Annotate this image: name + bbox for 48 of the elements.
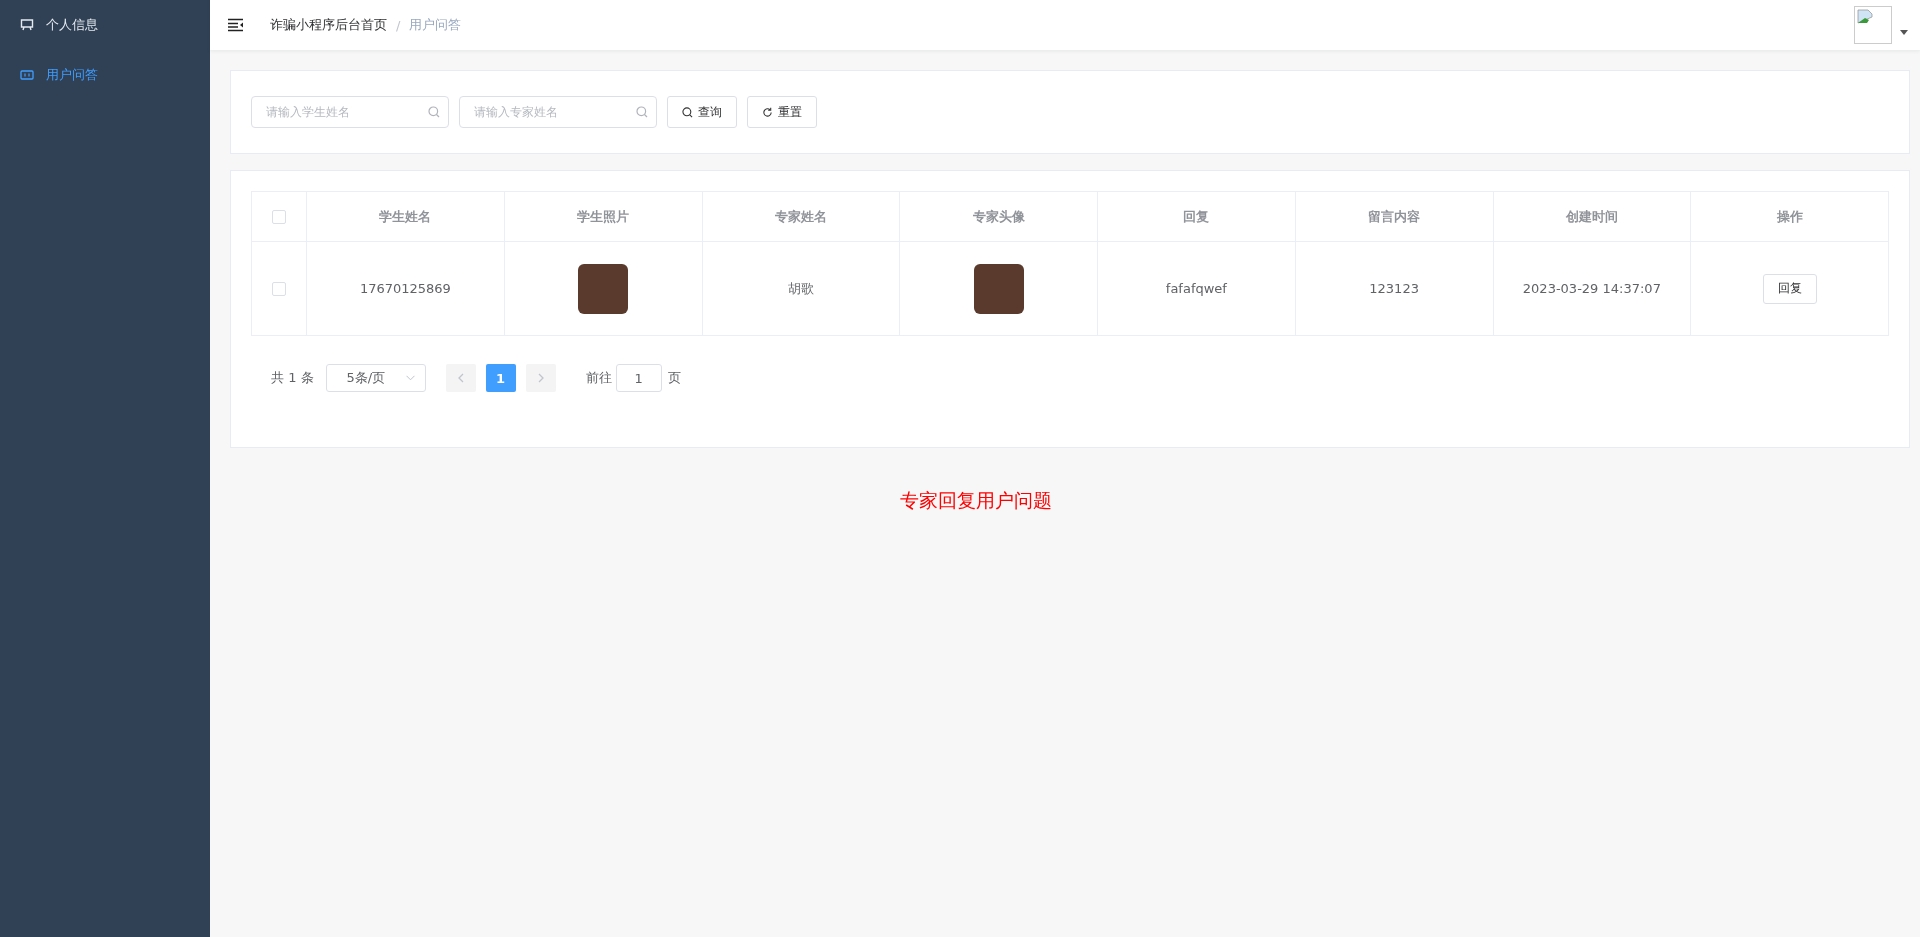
search-field[interactable]: 请输入专家姓名 (459, 96, 657, 128)
sidebar-item[interactable]: 个人信息 (0, 0, 210, 50)
search-icon (636, 106, 648, 118)
page-caption: 专家回复用户问题 (900, 488, 1052, 513)
caret-icon[interactable] (1900, 29, 1908, 35)
reset-button[interactable]: 重置 (747, 96, 817, 128)
total-count: 共 1 条 (271, 369, 314, 387)
breadcrumb-separator: / (396, 17, 401, 33)
search-field[interactable]: 请输入学生姓名 (251, 96, 449, 128)
panel-icon (20, 68, 34, 82)
column-header: 专家姓名 (774, 208, 827, 224)
sidebar-item[interactable]: 用户问答 (0, 50, 210, 100)
search-icon (682, 106, 693, 118)
broken-image-icon (1857, 9, 1873, 25)
column-header: 留言内容 (1368, 208, 1421, 224)
select-all-checkbox[interactable] (272, 210, 286, 225)
photo-placeholder (973, 263, 1024, 314)
chevron-down-icon (405, 375, 415, 381)
reply-button[interactable]: 回复 (1762, 273, 1817, 304)
refresh-icon (762, 106, 773, 118)
breadcrumb-current: 用户问答 (409, 16, 462, 34)
column-header: 学生姓名 (379, 208, 432, 224)
prev-page-button[interactable] (445, 364, 476, 392)
table-cell: 2023-03-29 14:37:07 (1522, 281, 1661, 296)
monitor-icon (20, 18, 34, 32)
goto-label: 前往 (585, 369, 612, 387)
table-cell: 胡歌 (787, 280, 814, 296)
column-header: 学生照片 (577, 208, 630, 224)
column-header: 操作 (1776, 208, 1803, 224)
page-size-select[interactable]: 5条/页 (325, 364, 426, 392)
next-page-button[interactable] (525, 364, 556, 392)
page-jump-field[interactable]: 1 (615, 364, 662, 392)
table-cell: 123123 (1369, 281, 1419, 296)
page-suffix: 页 (667, 369, 681, 387)
column-header: 创建时间 (1565, 208, 1618, 224)
chevron-left-icon (457, 373, 464, 383)
table-cell: 17670125869 (359, 281, 451, 296)
column-header: 回复 (1183, 208, 1210, 224)
photo-placeholder (578, 263, 629, 314)
row-checkbox[interactable] (272, 282, 286, 297)
breadcrumb-link[interactable]: 诈骗小程序后台首页 (270, 16, 387, 34)
avatar-button[interactable] (1854, 6, 1892, 44)
chevron-right-icon (537, 373, 544, 383)
search-button[interactable]: 查询 (667, 96, 737, 128)
search-icon (428, 106, 440, 118)
menu-icon[interactable] (228, 18, 244, 32)
column-header: 专家头像 (972, 208, 1025, 224)
table-cell: fafafqwef (1165, 281, 1227, 296)
